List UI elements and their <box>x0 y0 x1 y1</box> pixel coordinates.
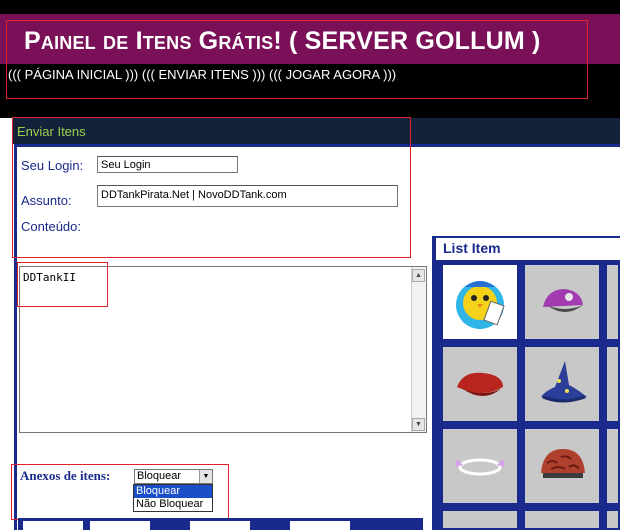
item-cell[interactable] <box>605 427 620 505</box>
bottom-bar-segment <box>290 521 350 530</box>
brain-helmet-icon <box>541 449 585 478</box>
item-cell[interactable] <box>523 427 601 505</box>
item-cell[interactable] <box>441 345 519 423</box>
purple-cap-icon <box>543 289 583 312</box>
scroll-up-icon[interactable]: ▲ <box>412 269 425 282</box>
item-cell[interactable] <box>523 345 601 423</box>
item-cell[interactable] <box>605 263 620 341</box>
item-list-title: List Item <box>443 240 501 256</box>
red-beret-icon <box>457 372 503 396</box>
item-cell[interactable] <box>441 263 519 341</box>
highlight-box-attachments <box>11 464 229 520</box>
highlight-box-header <box>6 20 588 99</box>
chick-reading-book-icon <box>456 281 505 329</box>
highlight-box-form <box>12 117 411 258</box>
wizard-hat-icon <box>541 361 587 403</box>
bottom-bar-segment <box>23 521 83 530</box>
item-cell[interactable] <box>523 509 601 530</box>
item-cell[interactable] <box>605 345 620 423</box>
item-cell[interactable] <box>441 427 519 505</box>
white-halo-icon <box>455 458 505 476</box>
textarea-scrollbar[interactable] <box>411 267 426 432</box>
bottom-bar-segment <box>190 521 250 530</box>
item-cell[interactable] <box>523 263 601 341</box>
scroll-down-icon[interactable]: ▼ <box>412 418 425 431</box>
highlight-box-content <box>17 262 108 307</box>
bottom-bar-segment <box>90 521 150 530</box>
item-cell[interactable] <box>605 509 620 530</box>
item-cell[interactable] <box>441 509 519 530</box>
